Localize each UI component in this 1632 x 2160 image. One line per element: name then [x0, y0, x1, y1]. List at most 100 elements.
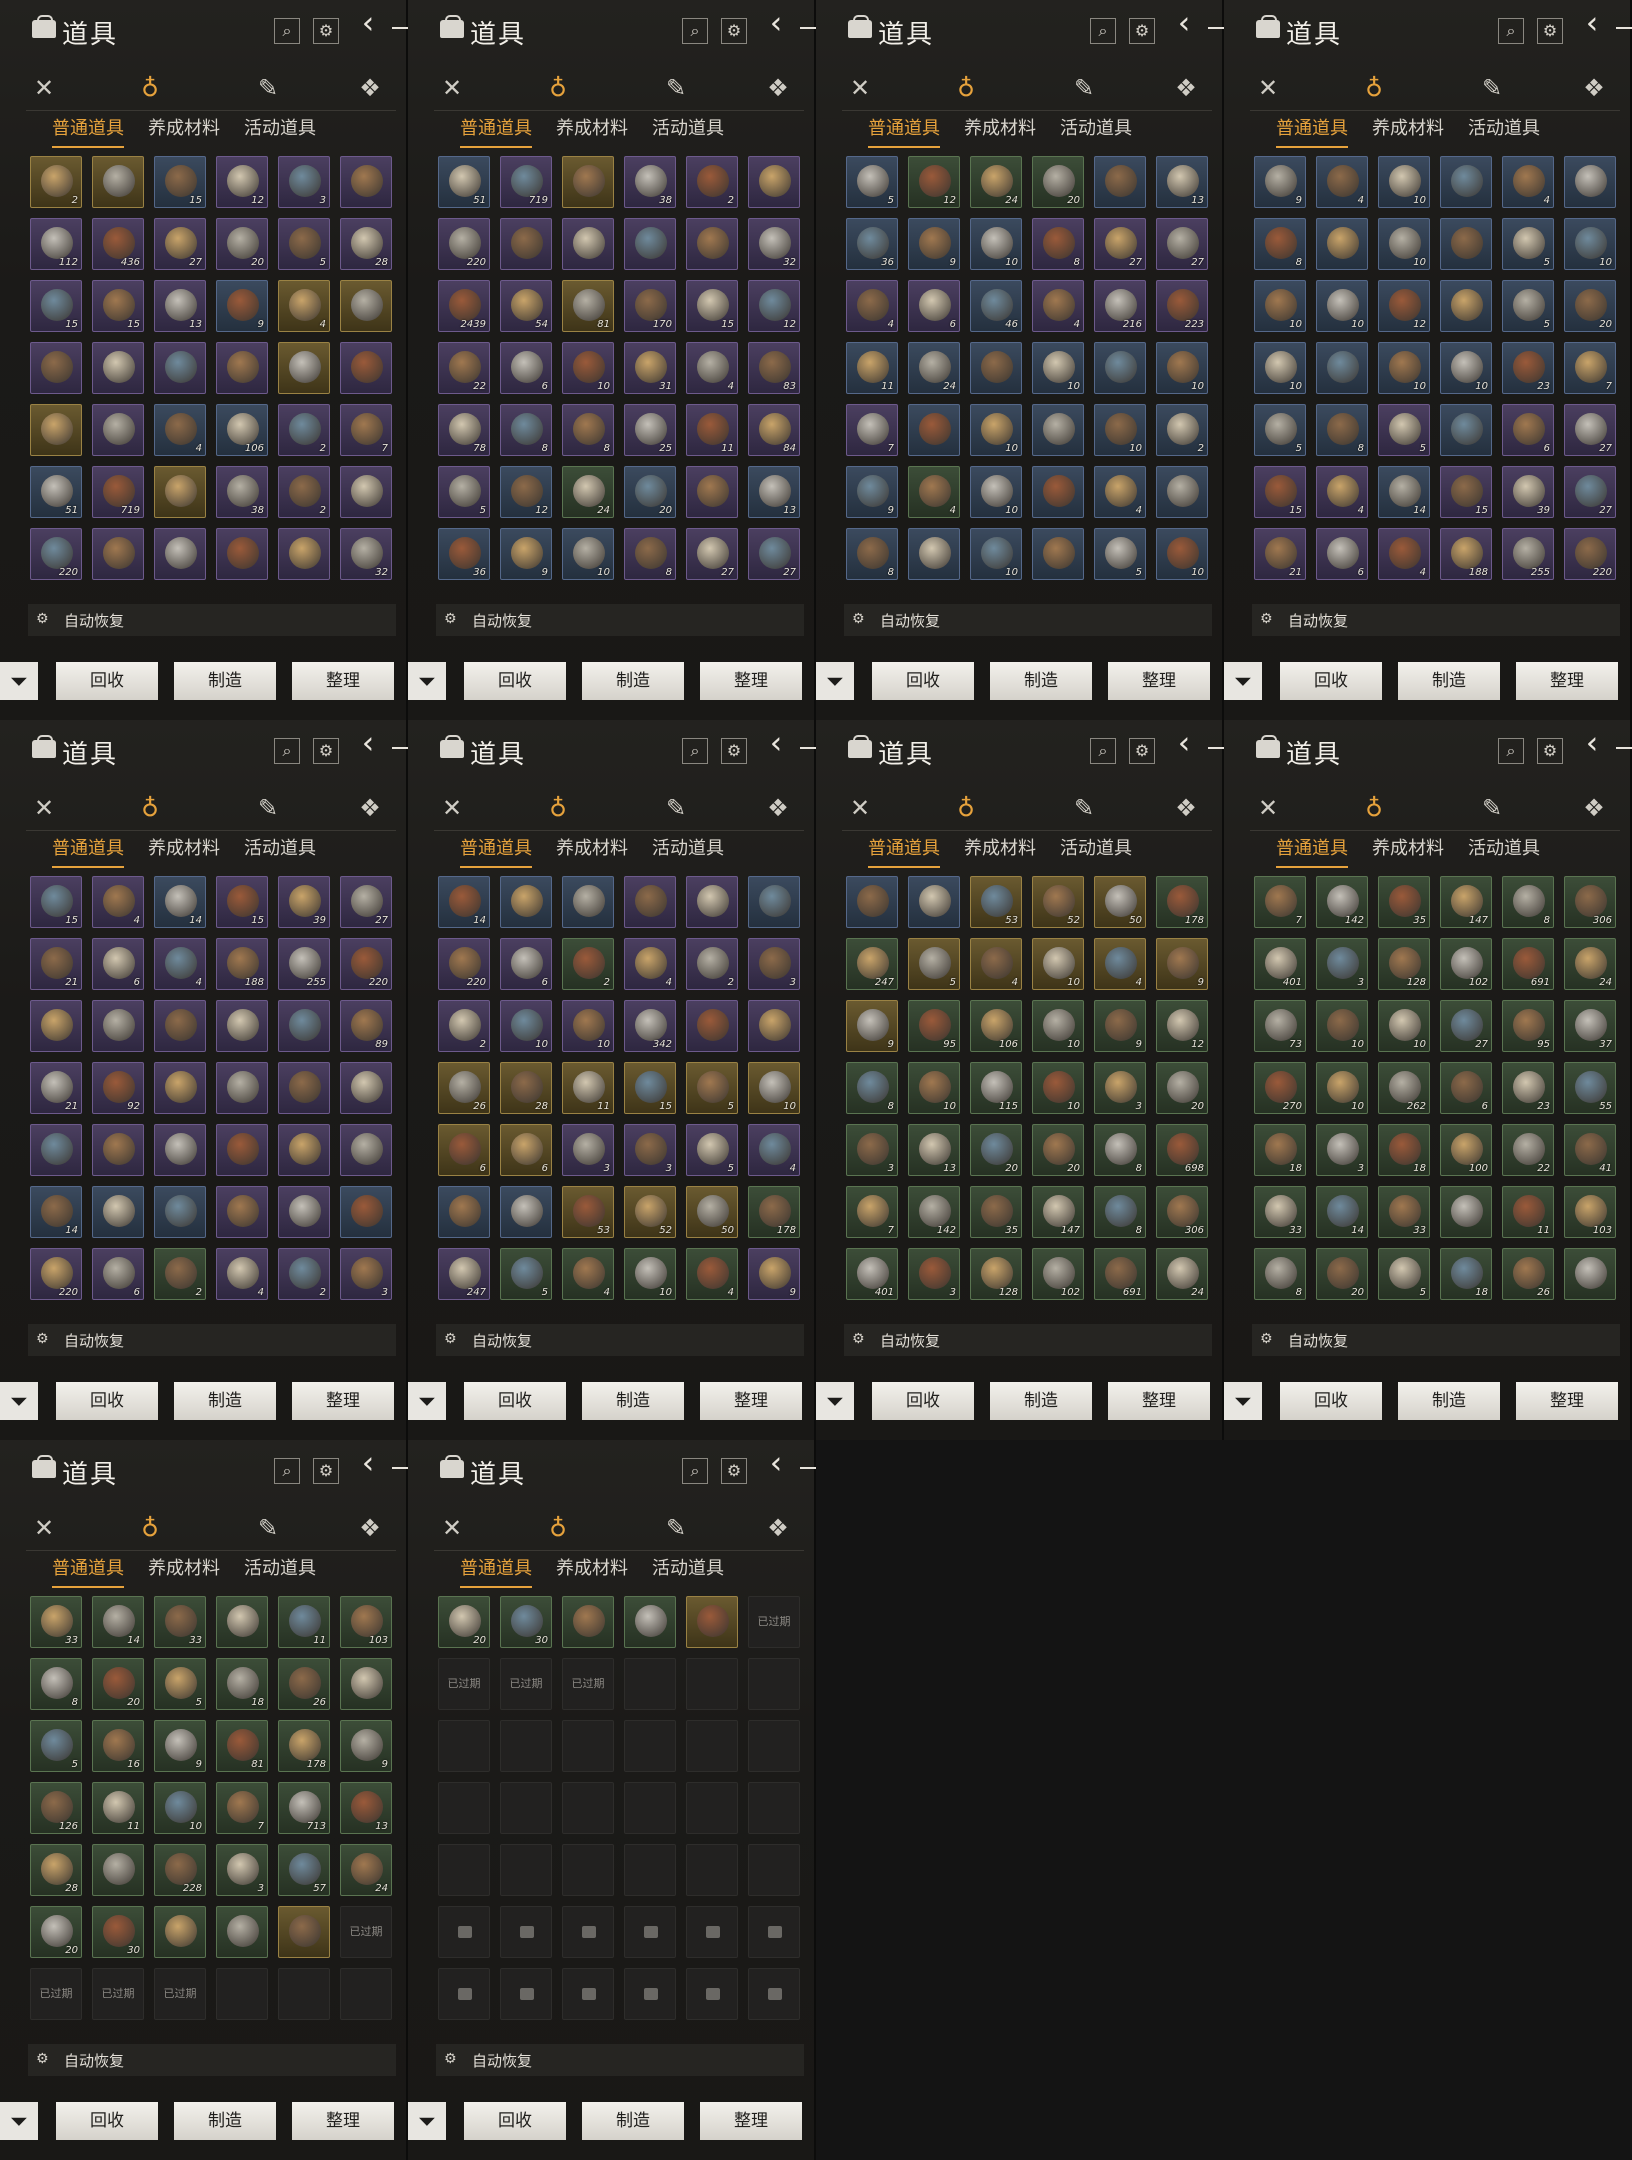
- item-slot[interactable]: 10: [1316, 1062, 1368, 1114]
- item-slot[interactable]: [748, 876, 800, 928]
- filter-button[interactable]: ⏷: [0, 1382, 38, 1420]
- item-slot[interactable]: 18: [1378, 1124, 1430, 1176]
- item-slot[interactable]: 26: [278, 1658, 330, 1710]
- item-slot[interactable]: 4: [1316, 156, 1368, 208]
- item-slot[interactable]: [340, 466, 392, 518]
- item-slot[interactable]: 73: [1254, 1000, 1306, 1052]
- item-slot[interactable]: [748, 1000, 800, 1052]
- gem-icon[interactable]: ❖: [760, 70, 796, 106]
- craft-button[interactable]: 制造: [990, 662, 1092, 700]
- item-slot[interactable]: [340, 1186, 392, 1238]
- item-slot[interactable]: 9: [340, 1720, 392, 1772]
- item-slot[interactable]: 35: [1378, 876, 1430, 928]
- item-slot[interactable]: [908, 876, 960, 928]
- item-slot[interactable]: 27: [1094, 218, 1146, 270]
- sort-button[interactable]: 整理: [700, 1382, 802, 1420]
- item-slot[interactable]: 10: [624, 1248, 676, 1300]
- item-slot[interactable]: 36: [846, 218, 898, 270]
- subtab-1[interactable]: 养成材料: [1372, 834, 1444, 860]
- subtab-0[interactable]: 普通道具: [460, 834, 532, 868]
- pouch-icon[interactable]: ♁: [132, 70, 168, 106]
- item-slot[interactable]: [1032, 528, 1084, 580]
- item-slot[interactable]: 128: [970, 1248, 1022, 1300]
- item-slot[interactable]: 11: [278, 1596, 330, 1648]
- item-slot[interactable]: 188: [216, 938, 268, 990]
- item-slot[interactable]: [1094, 342, 1146, 394]
- settings-button[interactable]: ⚙: [313, 18, 339, 44]
- search-button[interactable]: ⌕: [274, 738, 300, 764]
- filter-button[interactable]: ⏷: [816, 662, 854, 700]
- item-slot[interactable]: 10: [748, 1062, 800, 1114]
- item-slot[interactable]: 713: [278, 1782, 330, 1834]
- subtab-2[interactable]: 活动道具: [652, 1554, 724, 1580]
- subtab-0[interactable]: 普通道具: [52, 1554, 124, 1588]
- item-slot[interactable]: 20: [624, 466, 676, 518]
- item-slot[interactable]: 112: [30, 218, 82, 270]
- item-slot[interactable]: 24: [1156, 1248, 1208, 1300]
- subtab-0[interactable]: 普通道具: [460, 114, 532, 148]
- item-slot[interactable]: [1440, 1186, 1492, 1238]
- item-slot[interactable]: 13: [340, 1782, 392, 1834]
- item-slot[interactable]: [92, 1844, 144, 1896]
- item-slot[interactable]: [30, 404, 82, 456]
- subtab-2[interactable]: 活动道具: [1060, 114, 1132, 140]
- item-slot[interactable]: 8: [846, 528, 898, 580]
- item-slot[interactable]: 已过期: [340, 1906, 392, 1958]
- item-slot[interactable]: 51: [438, 156, 490, 208]
- auto-restore-bar[interactable]: ⚙ 自动恢复: [1252, 604, 1620, 636]
- settings-button[interactable]: ⚙: [313, 1458, 339, 1484]
- item-slot[interactable]: [1316, 218, 1368, 270]
- item-slot[interactable]: [340, 1062, 392, 1114]
- item-slot[interactable]: 20: [970, 1124, 1022, 1176]
- item-slot[interactable]: [216, 1186, 268, 1238]
- craft-button[interactable]: 制造: [582, 2102, 684, 2140]
- item-slot[interactable]: 10: [1316, 280, 1368, 332]
- item-slot[interactable]: 4: [1094, 466, 1146, 518]
- item-slot[interactable]: 24: [908, 342, 960, 394]
- item-slot[interactable]: 2: [154, 1248, 206, 1300]
- gem-icon[interactable]: ❖: [1168, 70, 1204, 106]
- item-slot[interactable]: 2: [278, 1248, 330, 1300]
- item-slot[interactable]: 81: [562, 280, 614, 332]
- item-slot[interactable]: [562, 218, 614, 270]
- item-slot[interactable]: 8: [1032, 218, 1084, 270]
- item-slot[interactable]: 14: [438, 876, 490, 928]
- item-slot[interactable]: 27: [1564, 404, 1616, 456]
- item-slot[interactable]: 12: [1378, 280, 1430, 332]
- item-slot[interactable]: 178: [1156, 876, 1208, 928]
- item-slot[interactable]: 4: [624, 938, 676, 990]
- item-slot[interactable]: 401: [846, 1248, 898, 1300]
- item-slot[interactable]: 6: [500, 1124, 552, 1176]
- item-slot[interactable]: [154, 466, 206, 518]
- settings-button[interactable]: ⚙: [1129, 738, 1155, 764]
- item-slot[interactable]: [92, 404, 144, 456]
- subtab-0[interactable]: 普通道具: [1276, 114, 1348, 148]
- item-slot[interactable]: 342: [624, 1000, 676, 1052]
- item-slot[interactable]: 142: [908, 1186, 960, 1238]
- item-slot[interactable]: 4: [92, 876, 144, 928]
- auto-restore-bar[interactable]: ⚙ 自动恢复: [28, 2044, 396, 2076]
- crossed-swords-icon[interactable]: ✕: [434, 790, 470, 826]
- item-slot[interactable]: 30: [500, 1596, 552, 1648]
- item-slot[interactable]: 6: [92, 1248, 144, 1300]
- item-slot[interactable]: [438, 1186, 490, 1238]
- subtab-0[interactable]: 普通道具: [1276, 834, 1348, 868]
- crossed-swords-icon[interactable]: ✕: [842, 790, 878, 826]
- item-slot[interactable]: 7: [1254, 876, 1306, 928]
- item-slot[interactable]: 170: [624, 280, 676, 332]
- recycle-button[interactable]: 回收: [872, 1382, 974, 1420]
- item-slot[interactable]: 691: [1094, 1248, 1146, 1300]
- item-slot[interactable]: 18: [1254, 1124, 1306, 1176]
- filter-button[interactable]: ⏷: [816, 1382, 854, 1420]
- item-slot[interactable]: 178: [278, 1720, 330, 1772]
- item-slot[interactable]: [154, 342, 206, 394]
- subtab-1[interactable]: 养成材料: [556, 114, 628, 140]
- item-slot[interactable]: [686, 876, 738, 928]
- pouch-icon[interactable]: ♁: [1356, 70, 1392, 106]
- subtab-0[interactable]: 普通道具: [868, 834, 940, 868]
- item-slot[interactable]: 4: [970, 938, 1022, 990]
- item-slot[interactable]: 32: [748, 218, 800, 270]
- item-slot[interactable]: 已过期: [500, 1658, 552, 1710]
- subtab-1[interactable]: 养成材料: [556, 1554, 628, 1580]
- item-slot[interactable]: [154, 1062, 206, 1114]
